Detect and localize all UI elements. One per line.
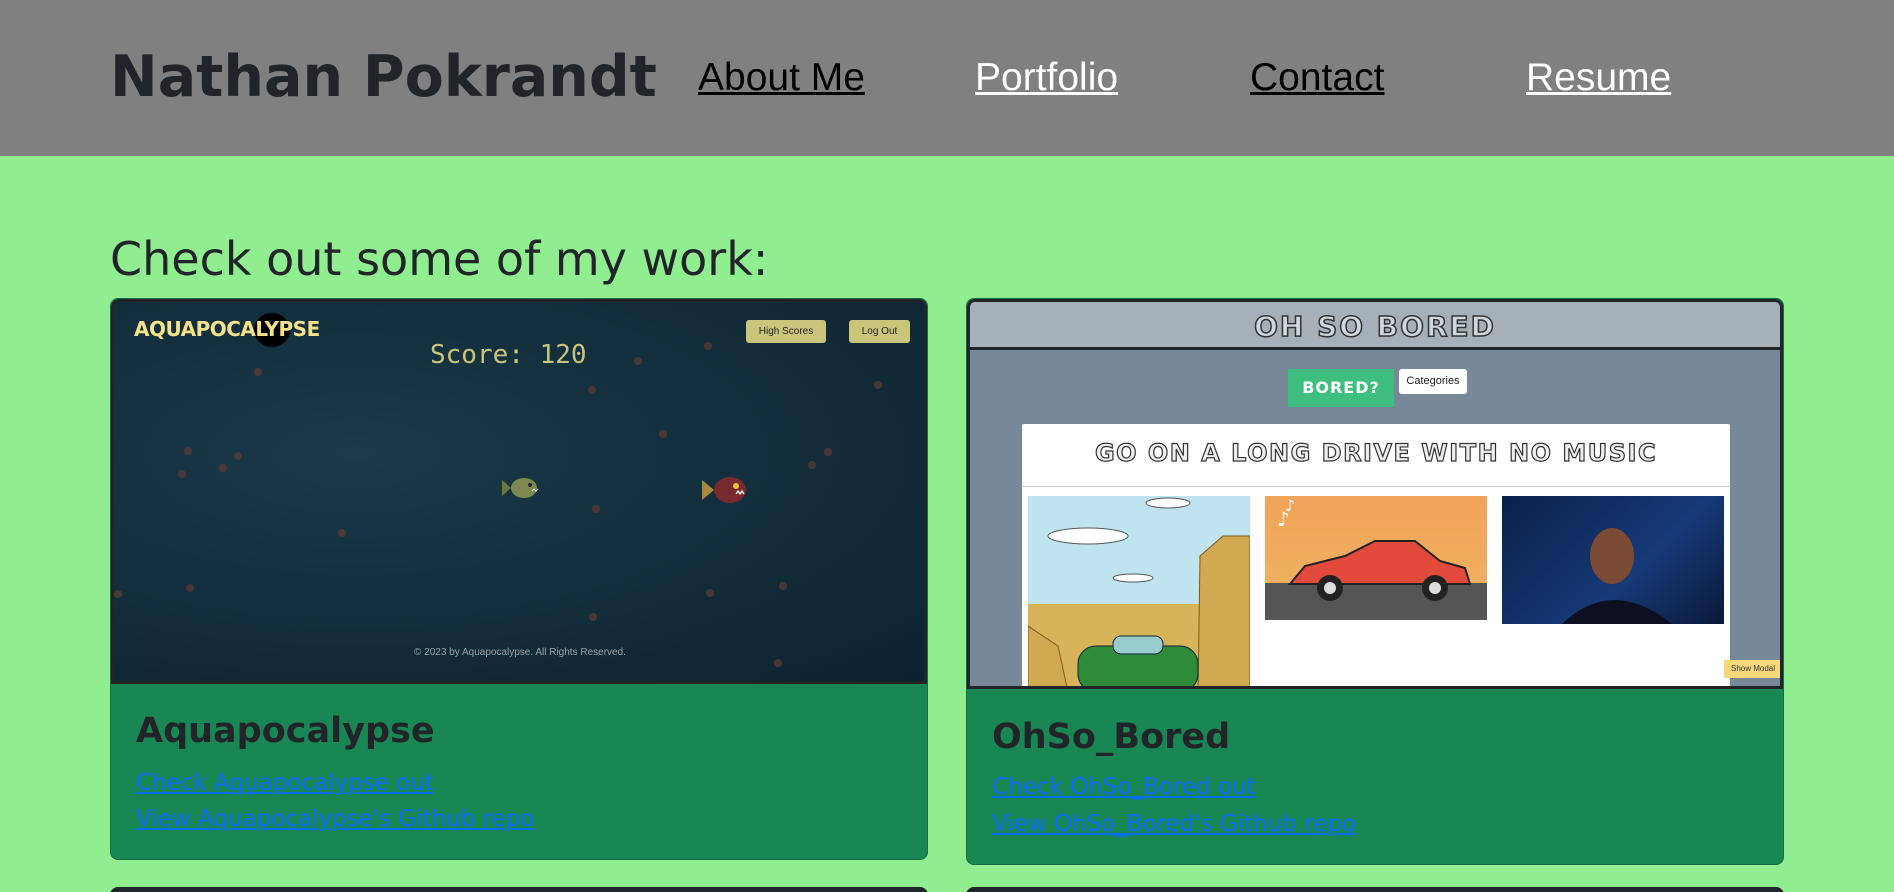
nav-resume[interactable]: Resume — [1526, 54, 1671, 102]
bored-button: BORED? — [1288, 369, 1394, 407]
project-card-ohso-bored: OH SO BORED BORED? Categories GO ON A LO… — [966, 298, 1784, 865]
green-fish-icon — [502, 478, 539, 498]
activity-text: GO ON A LONG DRIVE WITH NO MUSIC — [1094, 438, 1658, 467]
bubble — [114, 590, 122, 598]
project-title: OhSo_Bored — [992, 717, 1231, 757]
bubble — [704, 342, 712, 350]
bubble — [588, 386, 596, 394]
bubble — [219, 464, 227, 472]
activity-panel: GO ON A LONG DRIVE WITH NO MUSIC ♪ ♪ — [1022, 424, 1730, 686]
game-footer: © 2023 by Aquapocalypse. All Rights Rese… — [414, 647, 626, 658]
project-live-link[interactable]: Check Aquapocalypse out — [136, 767, 434, 799]
site-brand: Nathan Pokrandt — [110, 44, 657, 110]
project-screenshot: OH SO BORED BORED? Categories GO ON A LO… — [967, 299, 1783, 689]
nav-contact[interactable]: Contact — [1250, 54, 1384, 102]
next-project-card-edge — [966, 887, 1784, 892]
bubble — [774, 659, 782, 667]
red-car-gif: ♪ ♪ — [1265, 496, 1487, 620]
bubble — [779, 582, 787, 590]
ohso-site-title: OH SO BORED — [1253, 309, 1496, 344]
project-live-link[interactable]: Check OhSo_Bored out — [992, 771, 1255, 803]
divider — [1022, 486, 1730, 487]
project-repo-link[interactable]: View Aquapocalypse's Github repo — [136, 803, 534, 835]
aquapocalypse-logo: AQUAPOCALYPSE — [134, 317, 320, 341]
ohso-header: OH SO BORED — [970, 302, 1780, 350]
portfolio-heading: Check out some of my work: — [110, 232, 769, 286]
categories-button: Categories — [1399, 369, 1467, 394]
red-fish-icon — [702, 477, 746, 503]
project-card-aquapocalypse: AQUAPOCALYPSE Score: 120 High Scores Log… — [110, 298, 928, 860]
bubble — [659, 430, 667, 438]
high-scores-button: High Scores — [746, 320, 826, 343]
bubble — [338, 529, 346, 537]
show-modal-button: Show Modal — [1724, 660, 1780, 678]
bubble — [634, 357, 642, 365]
bubble — [254, 368, 262, 376]
bubble — [178, 470, 186, 478]
bubble — [184, 447, 192, 455]
bubble — [592, 505, 600, 513]
bubble — [706, 589, 714, 597]
project-repo-link[interactable]: View OhSo_Bored's Github repo — [992, 808, 1356, 840]
game-score: Score: 120 — [430, 340, 587, 370]
site-header: Nathan Pokrandt About Me Portfolio Conta… — [0, 0, 1894, 156]
nav-portfolio[interactable]: Portfolio — [975, 54, 1118, 102]
man-driving-gif — [1502, 496, 1724, 624]
bubble — [186, 584, 194, 592]
bubble — [824, 448, 832, 456]
bubble — [234, 452, 242, 460]
bubble — [808, 461, 816, 469]
canyon-car-gif — [1027, 496, 1251, 686]
bubble — [874, 381, 882, 389]
log-out-button: Log Out — [849, 320, 910, 343]
svg-text:♪: ♪ — [1285, 496, 1295, 515]
bubble — [589, 613, 597, 621]
nav-about-me[interactable]: About Me — [698, 54, 865, 102]
project-title: Aquapocalypse — [136, 711, 435, 751]
next-project-card-edge — [110, 887, 928, 892]
project-screenshot: AQUAPOCALYPSE Score: 120 High Scores Log… — [111, 299, 927, 684]
